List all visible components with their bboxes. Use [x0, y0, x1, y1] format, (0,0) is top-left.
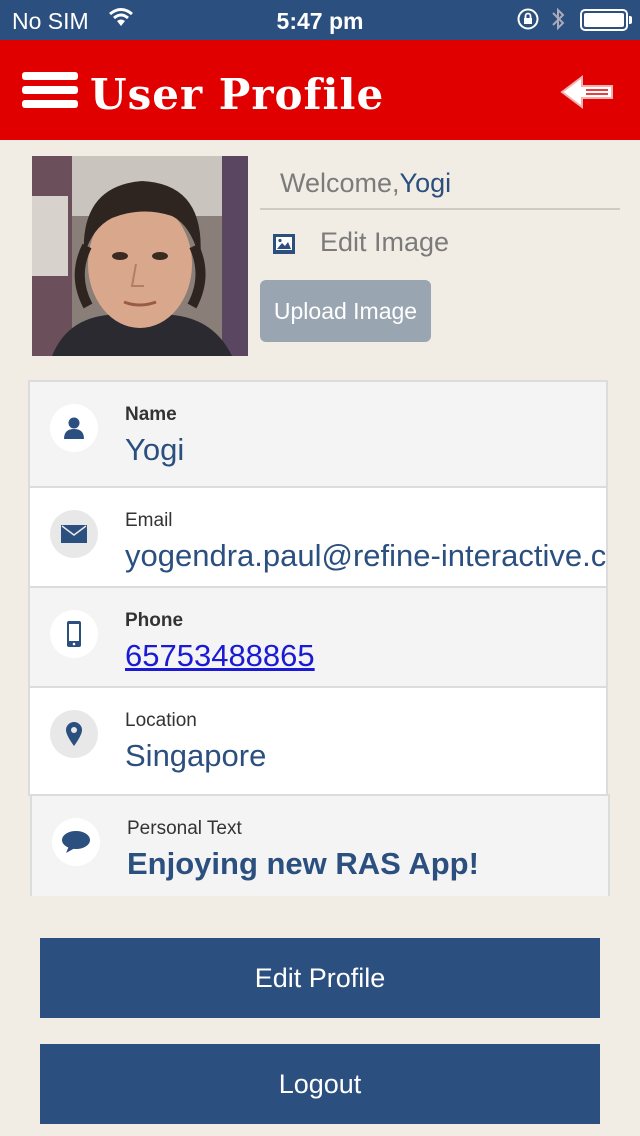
menu-icon[interactable] — [22, 72, 78, 112]
bluetooth-icon — [550, 6, 566, 38]
welcome-name: Yogi — [399, 168, 452, 198]
personal-text-card: Personal Text Enjoying new RAS App! — [30, 794, 610, 896]
back-arrow-icon[interactable] — [560, 74, 616, 110]
status-bar: No SIM 5:47 pm — [0, 0, 640, 40]
name-card: Name Yogi — [28, 380, 608, 488]
phone-card: Phone 65753488865 — [28, 586, 608, 688]
personal-text-label: Personal Text — [127, 818, 242, 839]
email-value: yogendra.paul@refine-interactive.c — [125, 538, 607, 573]
edit-image-link[interactable]: Edit Image — [272, 222, 449, 262]
user-icon — [50, 404, 98, 452]
battery-icon — [580, 9, 632, 31]
edit-profile-button[interactable]: Edit Profile — [40, 938, 600, 1018]
page-title: User Profile — [90, 70, 385, 119]
speech-bubble-icon — [52, 818, 100, 866]
welcome-text: Welcome,Yogi — [260, 160, 620, 210]
upload-image-button[interactable]: Upload Image — [260, 280, 431, 342]
phone-value: 65753488865 — [125, 638, 315, 674]
welcome-prefix: Welcome, — [280, 168, 400, 198]
avatar — [32, 156, 248, 356]
email-card: Email yogendra.paul@refine-interactive.c — [28, 486, 608, 588]
map-pin-icon — [50, 710, 98, 758]
location-value: Singapore — [125, 738, 267, 773]
edit-image-label: Edit Image — [320, 226, 450, 257]
name-value: Yogi — [125, 432, 185, 467]
logout-button[interactable]: Logout — [40, 1044, 600, 1124]
personal-text-value: Enjoying new RAS App! — [127, 846, 479, 881]
rotation-lock-icon — [516, 7, 540, 37]
app-header: User Profile — [0, 40, 640, 140]
phone-link[interactable]: 65753488865 — [125, 638, 315, 673]
email-label: Email — [125, 510, 173, 531]
name-label: Name — [125, 404, 177, 425]
location-label: Location — [125, 710, 197, 731]
status-time: 5:47 pm — [276, 8, 364, 34]
mobile-phone-icon — [50, 610, 98, 658]
envelope-icon — [50, 510, 98, 558]
location-card: Location Singapore — [28, 686, 608, 796]
image-icon — [272, 231, 296, 254]
phone-label: Phone — [125, 610, 184, 631]
